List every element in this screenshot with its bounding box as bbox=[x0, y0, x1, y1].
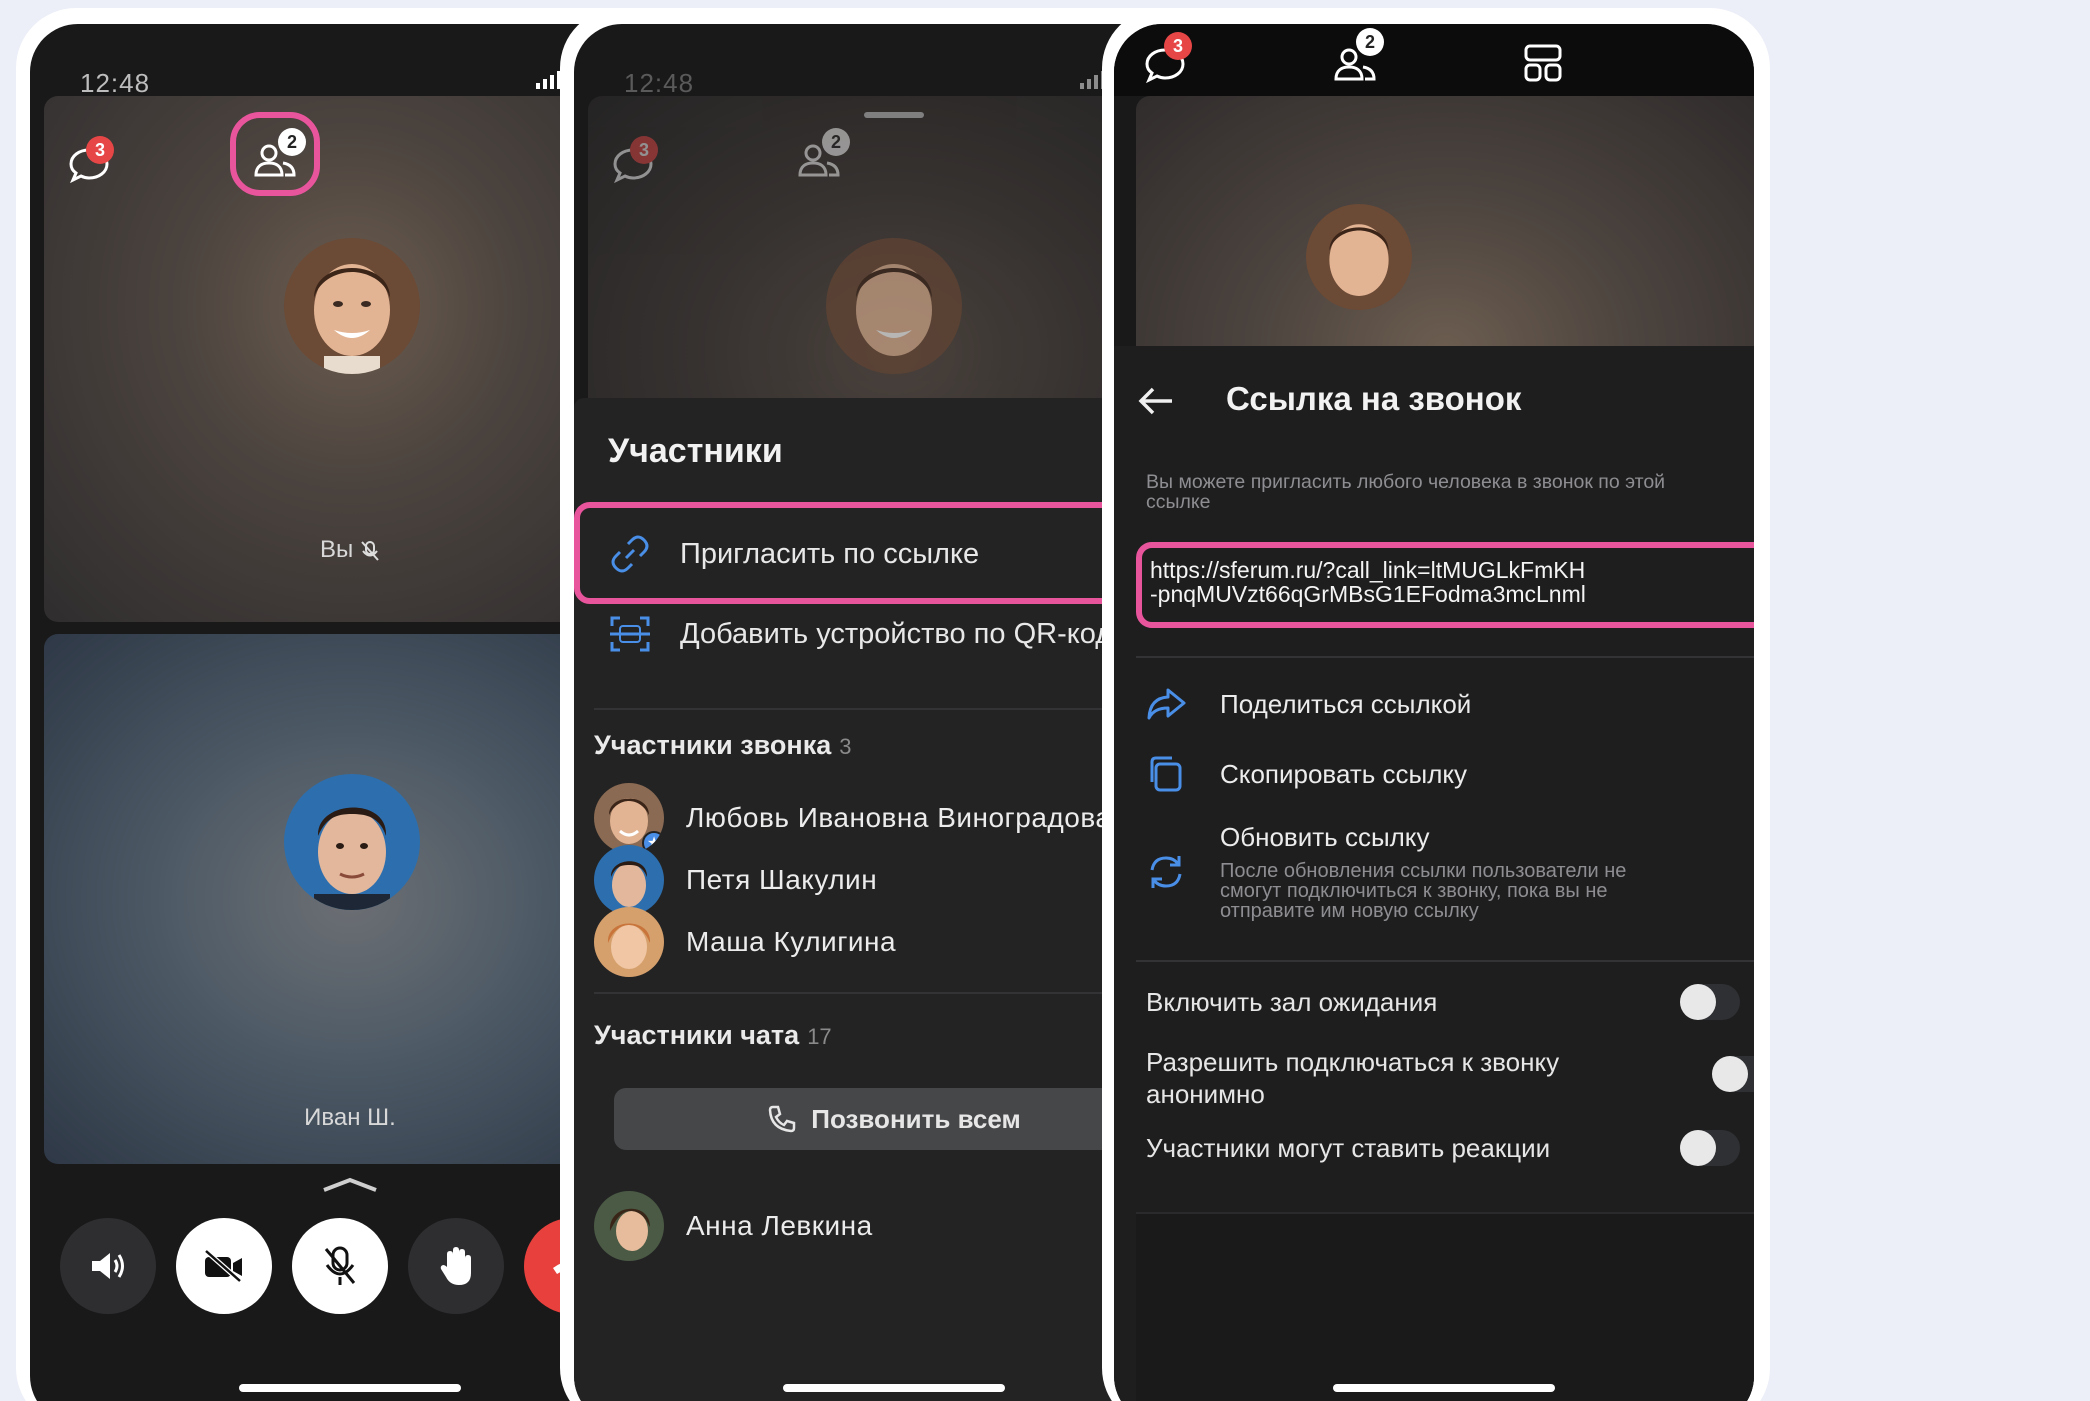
home-indicator bbox=[783, 1384, 1005, 1392]
call-link-field[interactable]: https://sferum.ru/?call_link=ltMUGLkFmKH… bbox=[1136, 542, 1754, 628]
participants-badge: 2 bbox=[822, 128, 850, 156]
anonymous-toggle[interactable] bbox=[1712, 1056, 1754, 1092]
layout-icon bbox=[1524, 44, 1562, 82]
call-link-screen: 3 2 Ссылка на звонок Вы можете пригласит… bbox=[1114, 24, 1754, 1401]
call-members-section: Участники звонка 3 bbox=[594, 730, 852, 760]
member-avatar: ★ bbox=[594, 783, 664, 853]
add-device-qr-item[interactable]: Добавить устройство по QR-коду bbox=[608, 614, 1127, 654]
link-note: Вы можете пригласить любого человека в з… bbox=[1146, 471, 1666, 513]
member-avatar bbox=[594, 845, 664, 915]
phone-icon bbox=[769, 1105, 796, 1133]
waiting-room-row[interactable]: Включить зал ожидания bbox=[1146, 984, 1754, 1020]
refresh-link-item[interactable]: Обновить ссылку После обновления ссылки … bbox=[1146, 822, 1690, 921]
self-avatar bbox=[826, 238, 962, 374]
home-indicator bbox=[1333, 1384, 1555, 1392]
status-time: 12:48 bbox=[624, 68, 695, 98]
status-time: 12:48 bbox=[80, 68, 151, 98]
participants-button[interactable]: 2 bbox=[250, 128, 306, 184]
chat-badge: 3 bbox=[1164, 32, 1192, 60]
divider bbox=[1136, 960, 1754, 962]
qr-label: Добавить устройство по QR-коду bbox=[680, 617, 1127, 650]
sheet-title: Участники bbox=[608, 432, 783, 470]
chat-badge: 3 bbox=[86, 136, 114, 164]
call-all-label: Позвонить всем bbox=[811, 1103, 1021, 1134]
member-avatar bbox=[594, 1191, 664, 1261]
layout-button[interactable] bbox=[1520, 40, 1566, 86]
refresh-note: После обновления ссылки пользователи не … bbox=[1220, 860, 1627, 922]
chat-member-row[interactable]: Анна Левкина bbox=[594, 1190, 1184, 1262]
dimmed-video-tile bbox=[1136, 96, 1754, 350]
camera-toggle-button[interactable] bbox=[176, 1218, 272, 1314]
participants-badge: 2 bbox=[1356, 28, 1384, 56]
participants-button[interactable]: 2 bbox=[794, 128, 850, 184]
waiting-room-toggle[interactable] bbox=[1680, 984, 1740, 1020]
member-name: Анна Левкина bbox=[686, 1210, 873, 1241]
self-avatar bbox=[284, 238, 420, 374]
chat-button[interactable]: 3 bbox=[64, 136, 114, 190]
copy-link-item[interactable]: Скопировать ссылку bbox=[1146, 754, 1467, 794]
link-icon bbox=[611, 535, 649, 573]
hand-icon bbox=[440, 1247, 471, 1285]
link-line-1: https://sferum.ru/?call_link=ltMUGLkFmKH bbox=[1150, 557, 1586, 583]
speaker-icon bbox=[92, 1253, 124, 1279]
home-indicator bbox=[239, 1384, 461, 1392]
mic-off-icon bbox=[324, 1246, 356, 1285]
chat-button[interactable]: 3 bbox=[608, 136, 658, 190]
chat-button[interactable]: 3 bbox=[1140, 32, 1192, 90]
self-avatar bbox=[1306, 204, 1412, 310]
sheet-handle[interactable] bbox=[864, 112, 924, 118]
member-name: Маша Кулигина bbox=[686, 926, 897, 957]
share-icon bbox=[1147, 688, 1186, 720]
mic-toggle-button[interactable] bbox=[292, 1218, 388, 1314]
call-link-sheet: Ссылка на звонок Вы можете пригласить лю… bbox=[1114, 346, 1754, 1401]
invite-by-link-item[interactable]: Пригласить по ссылке bbox=[608, 534, 979, 574]
signal-icon bbox=[536, 71, 561, 89]
member-avatar bbox=[594, 907, 664, 977]
refresh-icon bbox=[1150, 855, 1182, 888]
sheet-title: Ссылка на звонок bbox=[1226, 380, 1522, 417]
chat-members-section: Участники чата 17 bbox=[594, 1020, 832, 1050]
link-line-2: -pnqMUVzt66qGrMBsG1EFodma3mcLnml bbox=[1150, 581, 1586, 607]
mic-off-small-icon bbox=[361, 540, 379, 561]
chat-badge: 3 bbox=[630, 136, 658, 164]
participants-badge: 2 bbox=[278, 128, 306, 156]
qr-icon bbox=[610, 616, 650, 652]
invite-label: Пригласить по ссылке bbox=[680, 537, 980, 570]
divider bbox=[1136, 656, 1754, 658]
raise-hand-button[interactable] bbox=[408, 1218, 504, 1314]
reactions-row[interactable]: Участники могут ставить реакции bbox=[1146, 1130, 1754, 1166]
anonymous-join-row[interactable]: Разрешить подключаться к звонку анонимно bbox=[1146, 1046, 1754, 1110]
participants-button[interactable]: 2 bbox=[1330, 28, 1384, 88]
call-member-row[interactable]: Маша Кулигина bbox=[594, 906, 1184, 978]
share-link-item[interactable]: Поделиться ссылкой bbox=[1146, 686, 1471, 722]
call-all-button[interactable]: Позвонить всем bbox=[614, 1088, 1174, 1150]
camera-off-icon bbox=[204, 1249, 242, 1283]
remote-avatar bbox=[284, 774, 420, 910]
top-bar: 3 2 bbox=[1114, 24, 1754, 96]
member-name: Петя Шакулин bbox=[686, 864, 878, 895]
speaker-button[interactable] bbox=[60, 1218, 156, 1314]
member-name: Любовь Ивановна Виноградова bbox=[686, 802, 1112, 833]
copy-icon bbox=[1150, 756, 1182, 792]
back-icon[interactable] bbox=[1138, 386, 1174, 416]
reactions-toggle[interactable] bbox=[1680, 1130, 1740, 1166]
sheet-footer bbox=[1136, 1212, 1754, 1401]
chevron-up-icon[interactable] bbox=[320, 1176, 380, 1192]
